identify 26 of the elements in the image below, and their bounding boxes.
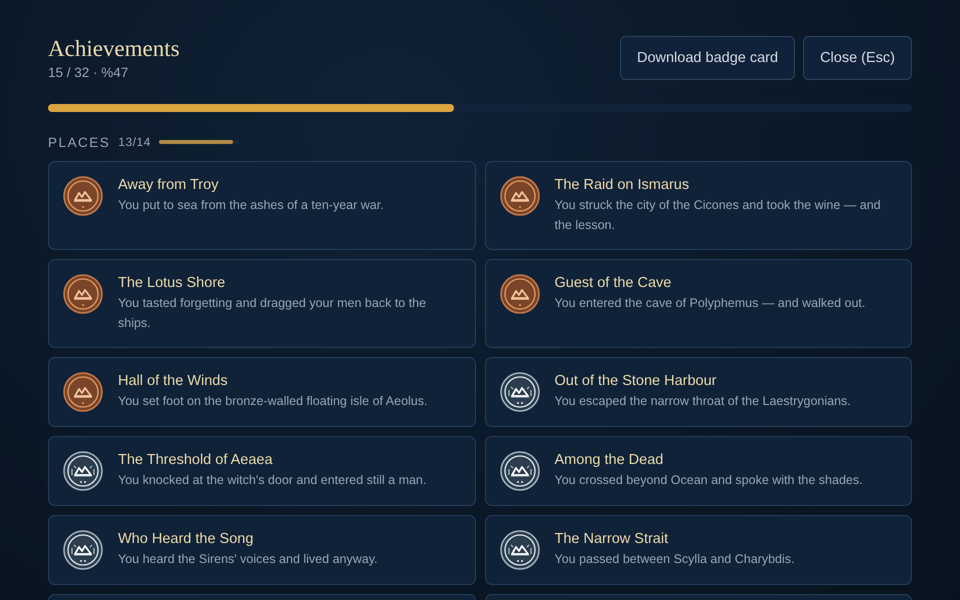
achievement-description: You entered the cave of Polyphemus — and walked out.: [554, 295, 866, 312]
achievement-title: Who Heard the Song: [118, 530, 254, 548]
download-button[interactable]: Download badge card: [620, 36, 796, 80]
section-label: PLACES: [48, 134, 110, 150]
achievement-description: You set foot on the bronze-walled floating isle of Aeolus.: [118, 393, 428, 410]
achievement-description: You crossed beyond Ocean and spoke with the shades.: [554, 472, 863, 489]
achievement-title: Out of the Stone Harbour: [554, 372, 718, 390]
achievement-title: Guest of the Cave: [554, 274, 672, 292]
achievement-title: Away from Troy: [118, 176, 220, 194]
achievement-description: You knocked at the witch's door and entered still a man.: [118, 472, 426, 489]
achievement-title: Among the Dead: [554, 451, 664, 469]
page-title: Achievements: [48, 36, 180, 62]
achievement-title: The Threshold of Aeaea: [118, 451, 274, 469]
achievement-description: You passed between Scylla and Charybdis.: [554, 551, 794, 568]
progress-summary: 15 / 32 · %47: [48, 65, 130, 80]
achievement-description: You escaped the narrow throat of the Laestrygonians.: [554, 393, 851, 410]
achievement-description: You struck the city of the Cicones and took the wine — and the lesson.: [554, 197, 882, 234]
achievement-description: You put to sea from the ashes of a ten-year war.: [118, 197, 384, 214]
close-button[interactable]: Close (Esc): [803, 36, 912, 80]
achievement-title: The Lotus Shore: [118, 274, 226, 292]
section-count: 13/14: [118, 135, 151, 149]
achievement-title: Hall of the Winds: [118, 372, 229, 390]
achievement-title: The Narrow Strait: [554, 530, 670, 548]
achievement-description: You heard the Sirens' voices and lived anyway.: [118, 551, 378, 568]
achievement-title: The Raid on Ismarus: [554, 176, 690, 194]
achievement-description: You tasted forgetting and dragged your men back to the ships.: [118, 295, 428, 332]
